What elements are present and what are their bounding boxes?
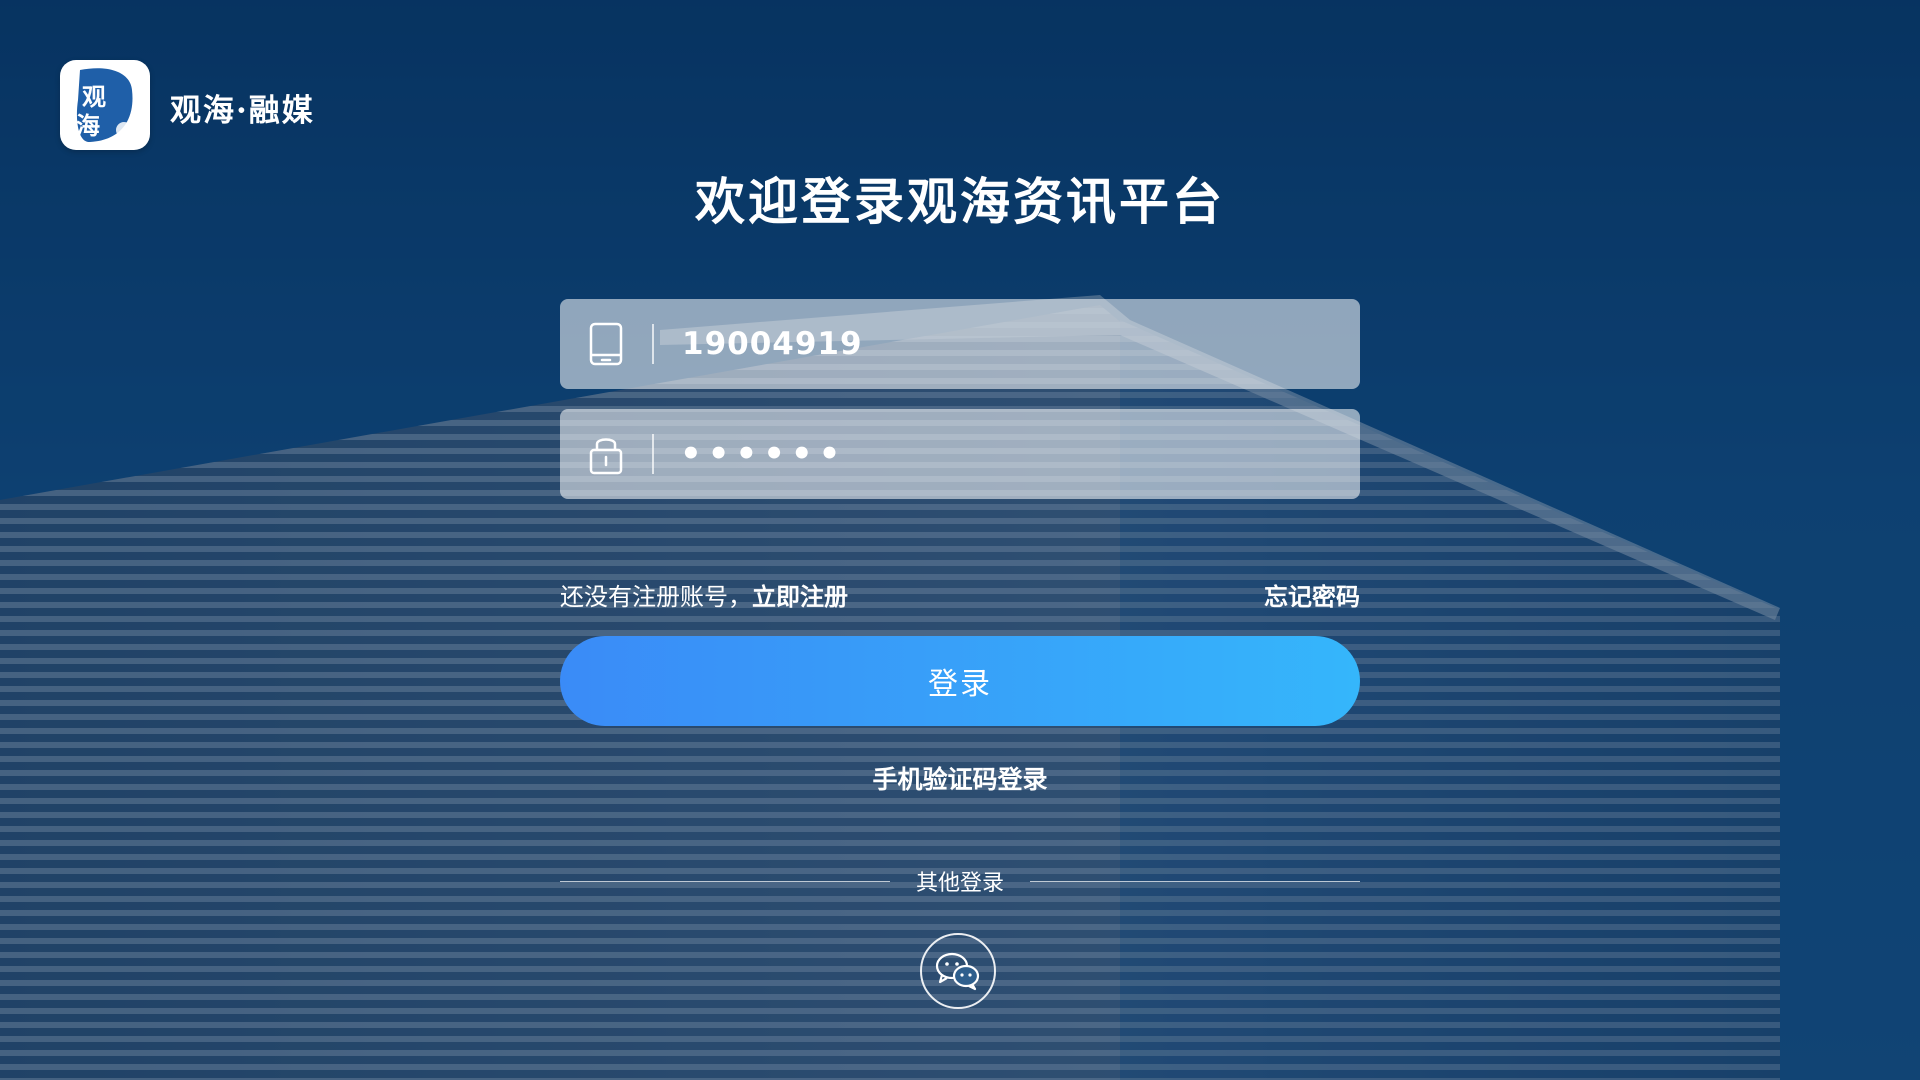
divider-line (560, 880, 890, 882)
forgot-password-link[interactable]: 忘记密码 (1264, 577, 1360, 612)
divider-line (1030, 880, 1361, 882)
tablet-phone-icon (560, 299, 652, 389)
login-page: 观 海 观海·融媒 欢迎登录观海资讯平台 •••••• (0, 0, 1920, 1080)
other-login-divider: 其他登录 (560, 866, 1361, 896)
login-button[interactable]: 登录 (560, 636, 1360, 726)
wechat-icon (935, 952, 980, 991)
phone-input[interactable] (680, 325, 1324, 363)
svg-text:观: 观 (82, 82, 106, 111)
password-field[interactable]: •••••• (560, 409, 1360, 499)
no-account-text: 还没有注册账号， (560, 582, 752, 611)
logo-icon: 观 海 (76, 68, 133, 143)
field-divider (652, 324, 654, 364)
phone-field[interactable] (560, 299, 1360, 389)
field-divider (652, 434, 654, 474)
wechat-login-button[interactable] (920, 933, 996, 1009)
sms-login-link[interactable]: 手机验证码登录 (0, 760, 1920, 796)
app-logo: 观 海 (60, 60, 150, 150)
lock-icon (560, 409, 652, 499)
brand-name: 观海·融媒 (170, 93, 315, 129)
register-prompt: 还没有注册账号，立即注册 (560, 577, 848, 612)
password-input[interactable]: •••••• (680, 434, 1320, 474)
svg-text:海: 海 (76, 111, 100, 140)
page-title: 欢迎登录观海资讯平台 (695, 173, 1225, 231)
register-row: 还没有注册账号，立即注册 忘记密码 (560, 574, 1360, 614)
other-login-label: 其他登录 (916, 871, 1005, 896)
register-link[interactable]: 立即注册 (752, 583, 848, 611)
